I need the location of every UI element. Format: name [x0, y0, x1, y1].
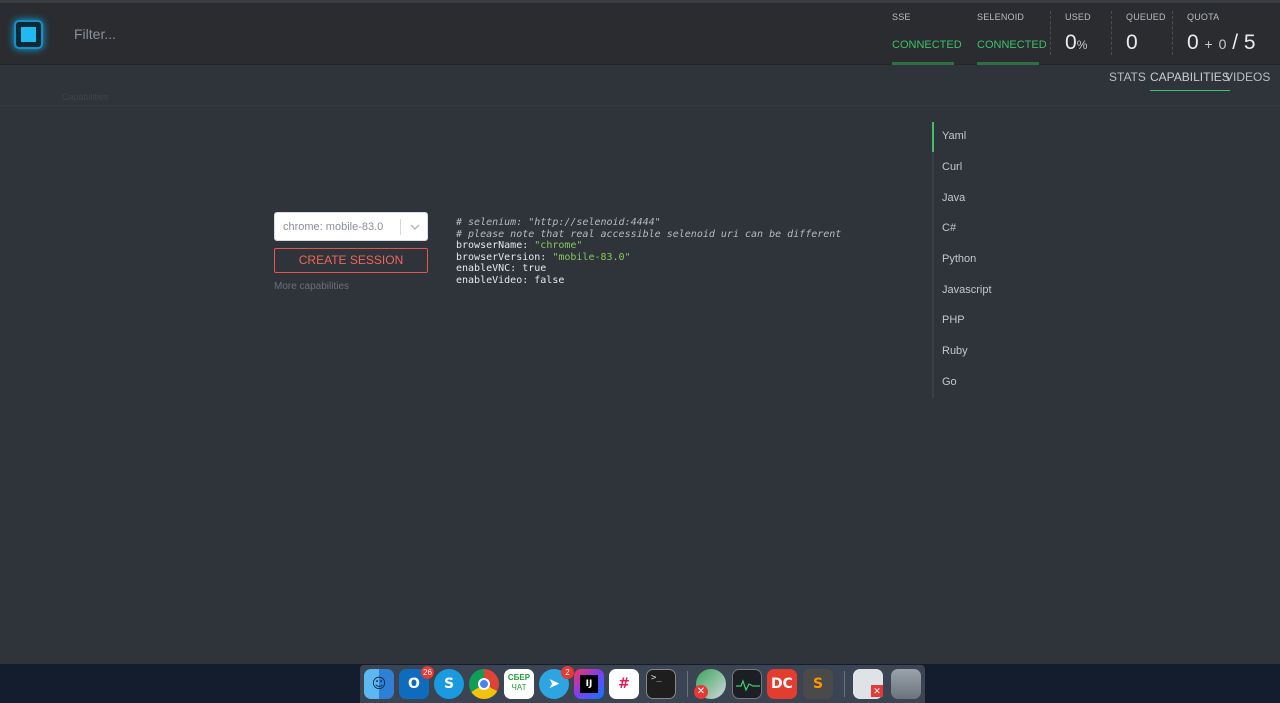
intellij-idea-icon[interactable]: IJ	[574, 669, 604, 699]
language-item-php[interactable]: PHP	[942, 314, 965, 326]
capabilities-code: # selenium: "http://selenoid:4444" # plea…	[456, 217, 841, 286]
quota-label: QUOTA	[1187, 12, 1220, 22]
selenoid-label: SELENOID	[977, 12, 1025, 22]
network-app-icon[interactable]: ✕	[694, 669, 726, 699]
finder-icon[interactable]: ☺	[364, 669, 394, 699]
outlook-icon[interactable]: O 26	[399, 666, 434, 699]
tab-capabilities[interactable]: CAPABILITIES	[1150, 70, 1230, 91]
breadcrumb: Capabilities	[62, 92, 109, 102]
selenoid-logo-icon[interactable]	[14, 20, 43, 49]
sse-status: CONNECTED	[892, 39, 962, 51]
language-item-java[interactable]: Java	[942, 192, 965, 204]
outlook-badge: 26	[421, 666, 434, 679]
code-line: enableVNC: true	[456, 263, 547, 274]
quota-plus: +	[1204, 36, 1213, 52]
skype-icon[interactable]: S	[434, 669, 464, 699]
code-key: browserVersion:	[456, 251, 553, 263]
finder-face-glyph: ☺	[371, 676, 387, 692]
browser-select[interactable]: chrome: mobile-83.0	[274, 212, 428, 241]
language-item-go[interactable]: Go	[942, 376, 957, 388]
activity-graph-glyph	[736, 679, 760, 692]
code-key: browserName:	[456, 240, 535, 251]
logo-square	[21, 27, 36, 42]
browser-select-value: chrome: mobile-83.0	[283, 221, 384, 233]
selenoid-status: CONNECTED	[977, 39, 1047, 51]
chrome-center	[478, 678, 490, 690]
code-line: browserVersion: "mobile-83.0"	[456, 252, 841, 264]
trash-icon[interactable]	[891, 669, 921, 699]
close-icon: ✕	[871, 685, 883, 697]
quota-used: 0	[1187, 31, 1199, 54]
code-line: browserName: "chrome"	[456, 240, 841, 252]
sublime-text-icon[interactable]: S	[803, 669, 833, 699]
create-session-button[interactable]: CREATE SESSION	[274, 248, 428, 273]
language-item-ruby[interactable]: Ruby	[942, 345, 968, 357]
active-language-indicator	[932, 122, 934, 152]
quota-pending: 0	[1218, 36, 1227, 52]
dock-separator	[687, 671, 688, 697]
language-item-yaml[interactable]: Yaml	[942, 130, 966, 142]
divider	[1050, 11, 1051, 55]
chrome-icon[interactable]	[469, 669, 499, 699]
slack-glyph: #	[618, 676, 630, 692]
terminal-prompt-glyph: >_	[651, 673, 662, 683]
divider	[1111, 11, 1112, 55]
language-item-python[interactable]: Python	[942, 253, 976, 265]
dc-glyph: DC	[771, 676, 793, 692]
telegram-badge: 2	[561, 666, 574, 679]
sber-label-bottom: ЧАТ	[511, 683, 527, 692]
queued-value: 0	[1126, 31, 1138, 54]
quota-slash: /	[1232, 31, 1239, 54]
sse-label: SSE	[892, 12, 911, 22]
header-bar: SSE CONNECTED SELENOID CONNECTED USED 0%…	[0, 3, 1280, 65]
quota-total: 5	[1243, 31, 1256, 54]
skype-glyph: S	[443, 676, 455, 692]
docker-compose-icon[interactable]: DC	[767, 669, 797, 699]
terminal-icon[interactable]: >_	[646, 669, 676, 699]
selenoid-status-underline	[977, 62, 1039, 65]
code-comment: # please note that real accessible selen…	[456, 228, 842, 240]
code-line: enableVideo: false	[456, 274, 565, 286]
select-divider	[400, 219, 401, 235]
code-string: "mobile-83.0"	[552, 251, 631, 263]
macos-dock: ☺ O 26 S СБЕР ЧАТ ➤ 2 IJ # >_ ✕ DC S ✕	[360, 665, 925, 703]
sber-chat-icon[interactable]: СБЕР ЧАТ	[504, 669, 534, 699]
language-item-csharp[interactable]: C#	[942, 222, 956, 234]
queued-label: QUEUED	[1126, 12, 1166, 22]
intellij-glyph: IJ	[580, 675, 598, 693]
dock-separator	[844, 671, 845, 697]
slack-icon[interactable]: #	[609, 669, 639, 699]
error-badge-icon: ✕	[694, 685, 708, 699]
language-list: Yaml Curl Java C# Python Javascript PHP …	[932, 122, 1052, 398]
divider	[1172, 11, 1173, 55]
sublime-glyph: S	[812, 676, 824, 692]
used-value: 0%	[1065, 31, 1087, 55]
quota-value: 0 + 0 / 5	[1187, 31, 1256, 55]
used-unit: %	[1076, 38, 1088, 52]
code-string: "chrome"	[534, 240, 583, 251]
screenshot-stack-icon[interactable]: ✕	[853, 669, 883, 699]
filter-input[interactable]	[74, 23, 674, 45]
sse-status-underline	[892, 62, 954, 65]
tab-videos[interactable]: VIDEOS	[1225, 70, 1270, 90]
used-number: 0	[1065, 31, 1077, 54]
used-label: USED	[1065, 12, 1091, 22]
activity-monitor-icon[interactable]	[732, 669, 762, 699]
subnav-bar: STATS CAPABILITIES VIDEOS	[0, 66, 1280, 106]
language-item-javascript[interactable]: Javascript	[942, 284, 992, 296]
language-item-curl[interactable]: Curl	[942, 161, 962, 173]
tab-stats[interactable]: STATS	[1109, 70, 1146, 90]
sber-label-top: СБЕР	[507, 673, 531, 682]
telegram-icon[interactable]: ➤ 2	[539, 666, 574, 699]
code-comment: # selenium: "http://selenoid:4444"	[456, 217, 661, 228]
more-capabilities-link[interactable]: More capabilities	[274, 281, 349, 292]
chevron-down-icon[interactable]	[408, 220, 422, 234]
